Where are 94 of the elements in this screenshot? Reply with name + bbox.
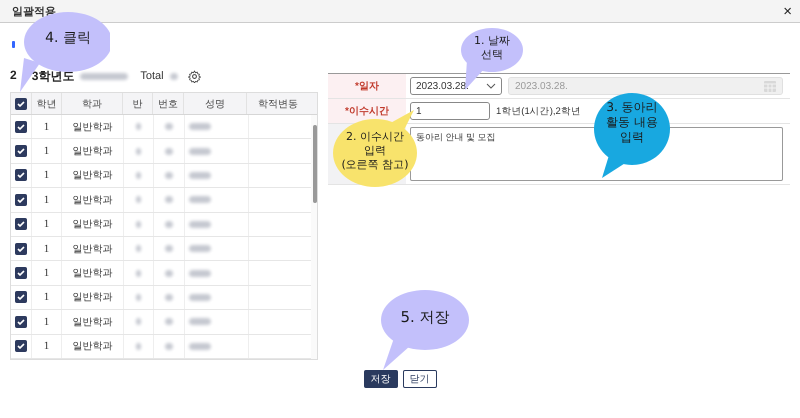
redacted-mark bbox=[170, 72, 178, 80]
redacted-mark bbox=[136, 196, 141, 204]
redacted-mark bbox=[136, 270, 141, 277]
table-cell-text: 일반학과 bbox=[72, 120, 112, 134]
callout-text: 입력 bbox=[620, 130, 644, 145]
row-checkbox[interactable] bbox=[15, 145, 27, 158]
redacted-mark bbox=[189, 245, 211, 252]
list-title: 2 bbox=[10, 68, 17, 84]
settings-icon[interactable] bbox=[188, 70, 201, 82]
select-all-checkbox[interactable] bbox=[14, 98, 27, 110]
row-checkbox[interactable] bbox=[15, 169, 27, 182]
callout-text: 4. 클릭 bbox=[45, 30, 91, 48]
redacted-mark bbox=[80, 72, 128, 80]
row-checkbox[interactable] bbox=[15, 340, 27, 352]
redacted-mark bbox=[165, 318, 173, 326]
redacted-mark bbox=[189, 342, 211, 350]
close-button[interactable]: × bbox=[783, 4, 792, 18]
chevron-down-icon bbox=[486, 83, 496, 89]
close-button[interactable]: 닫기 bbox=[402, 370, 436, 388]
table-cell: 1 bbox=[44, 169, 50, 182]
redacted-mark bbox=[165, 196, 173, 204]
redacted-mark bbox=[165, 123, 173, 130]
section-marker bbox=[12, 41, 15, 48]
table-cell-text: 일반학과 bbox=[72, 169, 112, 182]
window-title: 일괄적용 bbox=[12, 4, 56, 18]
row-checkbox[interactable] bbox=[15, 218, 27, 230]
column-header: 학과 bbox=[60, 93, 122, 114]
callout-text: 활동 내용 bbox=[606, 115, 658, 130]
redacted-mark bbox=[189, 123, 211, 130]
table-cell: 1 bbox=[44, 267, 50, 280]
redacted-mark bbox=[165, 148, 173, 155]
column-header: 학적변동 bbox=[246, 93, 309, 114]
row-checkbox[interactable] bbox=[15, 242, 27, 255]
redacted-mark bbox=[136, 148, 141, 155]
redacted-mark bbox=[189, 294, 211, 301]
table-cell-text: 일반학과 bbox=[72, 340, 112, 354]
redacted-mark bbox=[189, 196, 211, 204]
callout-text: 3. 동아리 bbox=[606, 100, 658, 115]
column-header: 성명 bbox=[182, 93, 246, 114]
callout-text: (오른쪽 참고) bbox=[341, 158, 409, 172]
redacted-mark bbox=[136, 342, 141, 350]
table-cell: 1 bbox=[44, 120, 50, 133]
redacted-mark bbox=[136, 172, 141, 179]
table-cell-text: 일반학과 bbox=[72, 218, 112, 232]
table-cell: 1 bbox=[44, 340, 50, 352]
table-cell: 1 bbox=[44, 242, 50, 255]
total-label: Total bbox=[140, 70, 164, 82]
row-checkbox[interactable] bbox=[15, 316, 27, 328]
row-checkbox[interactable] bbox=[15, 194, 27, 206]
callout-text: 1. 날짜 bbox=[474, 34, 510, 48]
redacted-mark bbox=[136, 294, 141, 301]
callout-text: 입력 bbox=[364, 144, 386, 158]
redacted-mark bbox=[165, 294, 173, 301]
callout-text: 선택 bbox=[481, 48, 503, 62]
column-header: 학년 bbox=[30, 93, 61, 114]
redacted-mark bbox=[189, 172, 211, 179]
row-checkbox[interactable] bbox=[15, 120, 27, 133]
table-cell: 1 bbox=[44, 316, 50, 328]
table-cell-text: 일반학과 bbox=[72, 194, 112, 207]
save-button[interactable]: 저장 bbox=[364, 370, 398, 388]
redacted-mark bbox=[165, 220, 173, 228]
redacted-mark bbox=[136, 123, 141, 130]
column-header: 반 bbox=[122, 93, 152, 114]
redacted-mark bbox=[189, 220, 211, 228]
row-checkbox[interactable] bbox=[15, 291, 27, 304]
scrollbar[interactable] bbox=[311, 115, 317, 359]
redacted-mark bbox=[165, 172, 173, 179]
field-label: *이수시간 bbox=[328, 99, 406, 123]
redacted-mark bbox=[189, 148, 211, 155]
list-title: 3학년도 bbox=[32, 68, 74, 84]
table-cell: 1 bbox=[44, 145, 50, 158]
callout-text: 5. 저장 bbox=[400, 308, 450, 327]
table-cell-text: 일반학과 bbox=[72, 145, 112, 158]
hours-input[interactable]: 1 bbox=[410, 102, 490, 120]
callout-text: 2. 이수시간 bbox=[346, 130, 404, 144]
hours-hint: 1학년(1시간),2학년 bbox=[496, 104, 581, 118]
redacted-mark bbox=[165, 245, 173, 252]
redacted-mark bbox=[165, 270, 173, 277]
row-checkbox[interactable] bbox=[15, 267, 27, 280]
field-label: *일자 bbox=[328, 74, 406, 98]
redacted-mark bbox=[136, 220, 141, 228]
redacted-mark bbox=[165, 342, 173, 350]
table-cell: 1 bbox=[44, 218, 50, 230]
redacted-mark bbox=[136, 318, 141, 326]
table-cell-text: 일반학과 bbox=[72, 291, 112, 304]
table-cell-text: 일반학과 bbox=[72, 316, 112, 329]
table-cell: 1 bbox=[44, 194, 50, 206]
table-cell-text: 일반학과 bbox=[72, 267, 112, 280]
redacted-mark bbox=[189, 318, 211, 326]
column-header: 번호 bbox=[152, 93, 183, 114]
redacted-mark bbox=[189, 270, 211, 277]
table-cell-text: 일반학과 bbox=[72, 242, 112, 256]
redacted-mark bbox=[136, 245, 141, 252]
table-cell: 1 bbox=[44, 291, 50, 304]
